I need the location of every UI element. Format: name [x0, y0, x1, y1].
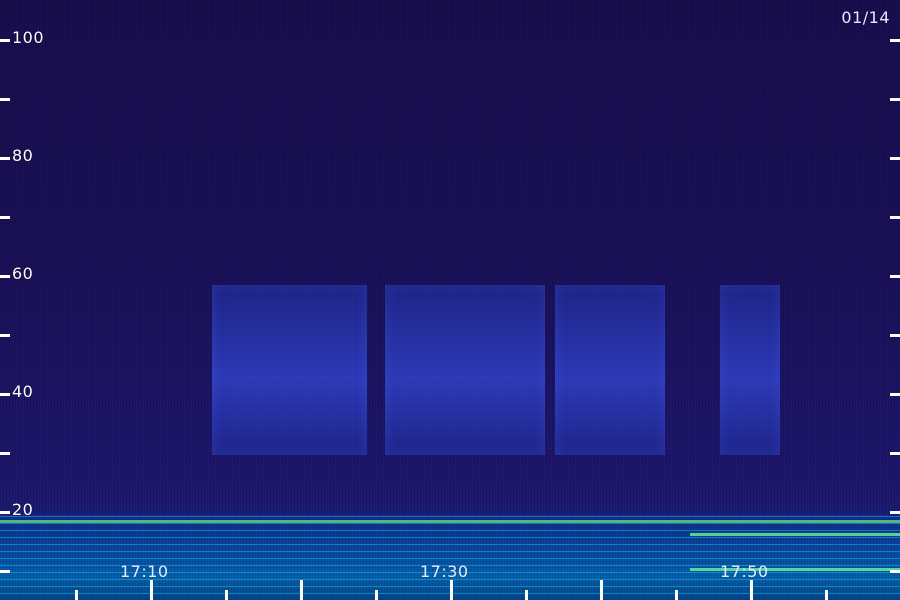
x-tick-mark: [75, 590, 78, 600]
y-tick-mark-left: [0, 570, 10, 573]
y-tick-label: 60: [12, 264, 34, 283]
emission-band: [385, 285, 545, 455]
x-tick-label: 17:30: [420, 562, 469, 581]
y-tick-mark-left: [0, 452, 10, 455]
y-tick-mark-right: [890, 570, 900, 573]
y-tick-mark-right: [890, 216, 900, 219]
emission-band: [720, 285, 780, 455]
spectrogram: 01/14 100 80 60 40 20 17:10 17:30 17:50: [0, 0, 900, 600]
date-label: 01/14: [841, 8, 890, 27]
x-tick-mark: [375, 590, 378, 600]
y-tick-mark-right: [890, 334, 900, 337]
y-tick-mark-left: [0, 39, 10, 42]
y-tick-mark-left: [0, 334, 10, 337]
y-tick-mark-left: [0, 98, 10, 101]
x-tick-mark-major: [450, 580, 453, 600]
x-tick-mark: [525, 590, 528, 600]
y-tick-mark-right: [890, 39, 900, 42]
x-tick-mark-major: [750, 580, 753, 600]
y-tick-label: 100: [12, 28, 45, 47]
y-tick-mark-right: [890, 157, 900, 160]
y-tick-label: 80: [12, 146, 34, 165]
y-tick-mark-right: [890, 98, 900, 101]
x-tick-mark-major: [300, 580, 303, 600]
y-tick-mark-right: [890, 275, 900, 278]
x-tick-mark: [225, 590, 228, 600]
y-tick-mark-right: [890, 511, 900, 514]
x-tick-label: 17:10: [120, 562, 169, 581]
emission-band: [555, 285, 665, 455]
y-tick-mark-left: [0, 157, 10, 160]
y-tick-mark-left: [0, 216, 10, 219]
x-tick-mark: [825, 590, 828, 600]
y-tick-mark-right: [890, 452, 900, 455]
y-tick-label: 40: [12, 382, 34, 401]
y-tick-label: 20: [12, 500, 34, 519]
low-frequency-highlight: [690, 533, 900, 536]
x-tick-mark-major: [150, 580, 153, 600]
x-tick-label: 17:50: [720, 562, 769, 581]
y-tick-mark-left: [0, 511, 10, 514]
emission-band: [212, 285, 367, 455]
x-tick-mark-major: [600, 580, 603, 600]
low-frequency-highlight: [0, 520, 900, 523]
x-tick-mark: [675, 590, 678, 600]
y-tick-mark-right: [890, 393, 900, 396]
y-tick-mark-left: [0, 275, 10, 278]
y-tick-mark-left: [0, 393, 10, 396]
